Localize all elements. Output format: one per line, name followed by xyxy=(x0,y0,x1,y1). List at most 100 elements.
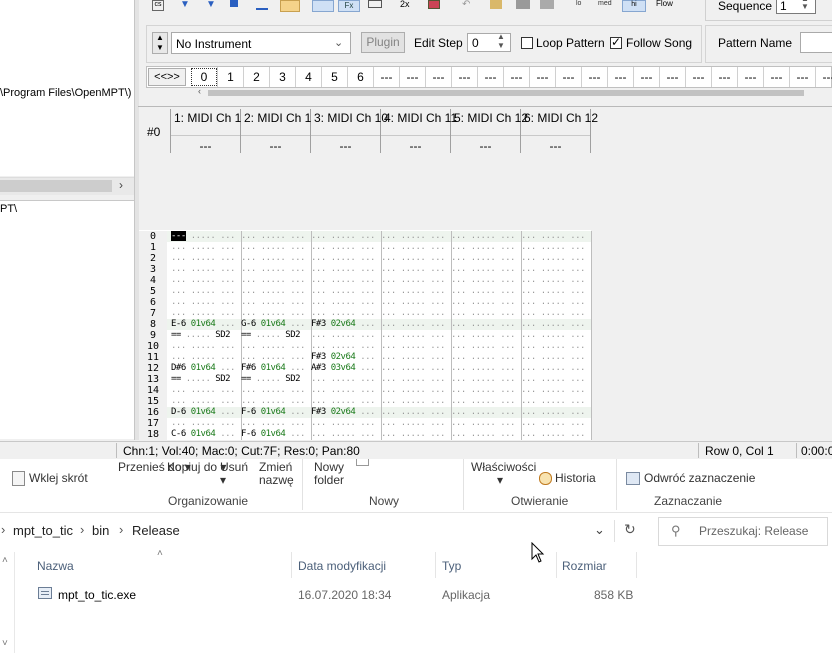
pattern-cell[interactable]: ... ..... ... xyxy=(521,275,592,286)
spin-up-icon[interactable]: ▲ xyxy=(497,32,505,41)
new-folder-button[interactable]: Nowy folder xyxy=(314,461,354,487)
pattern-cell[interactable]: ... ..... ... xyxy=(241,253,312,264)
order-item[interactable]: --- xyxy=(685,67,711,87)
order-item[interactable]: --- xyxy=(451,67,477,87)
channel-header[interactable]: 5: MIDI Ch 12 --- xyxy=(451,109,528,153)
scroll-right-icon[interactable]: › xyxy=(119,178,123,192)
pattern-cell[interactable]: ... ..... ... xyxy=(381,429,452,440)
refresh-icon[interactable]: ↻ xyxy=(624,521,636,538)
pattern-cell[interactable]: ... ..... ... xyxy=(311,330,382,341)
undo-icon[interactable]: ↶ xyxy=(462,0,475,11)
pattern-cell[interactable]: ... ..... ... xyxy=(241,264,312,275)
tree-view-top[interactable]: \Program Files\OpenMPT\) xyxy=(0,0,134,176)
pattern-cell[interactable]: ... ..... ... xyxy=(381,352,452,363)
spin-down-icon[interactable]: ▼ xyxy=(801,2,809,11)
order-item[interactable]: 1 xyxy=(217,67,243,87)
pattern-row[interactable]: 13 == ..... SD2 == ..... SD2... ..... ....… xyxy=(139,374,592,385)
pattern-cell[interactable]: ... ..... ... xyxy=(381,242,452,253)
pattern-cell[interactable]: ... ..... ... xyxy=(171,352,242,363)
pattern-cell[interactable]: ... ..... ... xyxy=(521,330,592,341)
pattern-cell[interactable]: ... ..... ... xyxy=(381,319,452,330)
pattern-cell[interactable]: ... ..... ... xyxy=(381,275,452,286)
pattern-cell[interactable]: ... ..... ... xyxy=(451,385,522,396)
order-item[interactable]: 5 xyxy=(321,67,347,87)
pattern-cell[interactable]: ... ..... ... xyxy=(311,308,382,319)
pattern-cell[interactable]: ... ..... ... xyxy=(241,242,312,253)
search-input[interactable]: ⚲ Przeszukaj: Release xyxy=(658,517,828,546)
pattern-cell[interactable]: ... ..... ... xyxy=(521,264,592,275)
breadcrumb-mpt-to-tic[interactable]: mpt_to_tic xyxy=(13,523,73,538)
order-item[interactable]: --- xyxy=(477,67,503,87)
pattern-cell[interactable]: ... ..... ... xyxy=(311,429,382,440)
pattern-row[interactable]: 7... ..... ...... ..... ...... ..... ...… xyxy=(139,308,592,319)
pattern-cell[interactable]: ... ..... ... xyxy=(521,253,592,264)
pattern-row[interactable]: 14... ..... ...... ..... ...... ..... ..… xyxy=(139,385,592,396)
instrument-select[interactable]: No Instrument ⌄ xyxy=(171,32,351,54)
pattern-cell[interactable]: ... ..... ... xyxy=(451,341,522,352)
pattern-cell[interactable]: G-6 01v64 ... xyxy=(241,319,312,330)
hi-icon[interactable]: hi xyxy=(622,0,646,12)
arrow-down-icon[interactable]: ▼ xyxy=(180,0,193,11)
pattern-cell[interactable]: ... ..... ... xyxy=(451,418,522,429)
column-header-type[interactable]: Typ xyxy=(442,559,461,573)
pattern-cell[interactable]: ... ..... ... xyxy=(171,396,242,407)
pattern-cell[interactable]: D-6 01v64 ... xyxy=(171,407,242,418)
vst-icon[interactable] xyxy=(516,0,530,9)
low-icon[interactable]: lo xyxy=(576,0,589,11)
scrollbar-thumb[interactable] xyxy=(0,180,112,192)
pattern-row[interactable]: 16 D-6 01v64 ... F-6 01v64 ... F#3 02v64 ..… xyxy=(139,407,592,418)
pattern-cell[interactable]: F-6 01v64 ... xyxy=(241,407,312,418)
channel-header[interactable]: 6: MIDI Ch 12 --- xyxy=(521,109,598,153)
pattern-row[interactable]: 12 D#6 01v64 ... F#6 01v64 ... A#3 03v64 ..… xyxy=(139,363,592,374)
pattern-cell[interactable]: ... ..... ... xyxy=(381,396,452,407)
pattern-cell[interactable]: ... ..... ... xyxy=(171,297,242,308)
breadcrumb-bin[interactable]: bin xyxy=(92,523,109,538)
pattern-cell[interactable]: ... ..... ... xyxy=(381,253,452,264)
pattern-cell[interactable]: ... ..... ... xyxy=(241,297,312,308)
channel-header[interactable]: 4: MIDI Ch 11 --- xyxy=(381,109,457,153)
pattern-cell[interactable]: ... ..... ... xyxy=(241,286,312,297)
sequence-spinner[interactable]: 1 ▲ ▼ xyxy=(776,0,816,14)
channel-header[interactable]: 3: MIDI Ch 10 --- xyxy=(311,109,388,153)
pattern-cell[interactable]: ... ..... ... xyxy=(381,297,452,308)
pattern-cell[interactable]: ... ..... ... xyxy=(521,242,592,253)
pattern-row[interactable]: 0 --- ..... ...... ..... ...... ..... ...… xyxy=(139,231,592,242)
plugin-button[interactable]: Plugin xyxy=(361,32,405,53)
order-item[interactable]: 6 xyxy=(347,67,373,87)
flow-label[interactable]: Flow xyxy=(656,0,673,8)
pattern-cell[interactable]: ... ..... ... xyxy=(381,264,452,275)
pattern-row[interactable]: 1... ..... ...... ..... ...... ..... ...… xyxy=(139,242,592,253)
invert-selection-button[interactable]: Odwróć zaznaczenie xyxy=(626,471,755,486)
pattern-row[interactable]: 11... ..... ...... ..... ... F#3 02v64 ..… xyxy=(139,352,592,363)
order-scrollbar[interactable]: ‹ xyxy=(146,86,832,98)
pattern-cell[interactable]: ... ..... ... xyxy=(451,275,522,286)
scroll-down-icon[interactable]: ˅ xyxy=(2,638,8,649)
pattern-cell[interactable]: ... ..... ... xyxy=(171,308,242,319)
move-to-button[interactable]: Przenieś do ▾ xyxy=(118,461,191,474)
pattern-cell[interactable]: == ..... SD2 xyxy=(171,330,242,341)
order-item[interactable]: 0 xyxy=(191,68,217,86)
pattern-cell[interactable]: ... ..... ... xyxy=(311,418,382,429)
order-item[interactable]: --- xyxy=(503,67,529,87)
pattern-row[interactable]: 18 C-6 01v64 ... F-6 01v64 ...... ..... ..… xyxy=(139,429,592,440)
pattern-cell[interactable]: ... ..... ... xyxy=(521,319,592,330)
pattern-row[interactable]: 3... ..... ...... ..... ...... ..... ...… xyxy=(139,264,592,275)
pattern-cell[interactable]: ... ..... ... xyxy=(311,286,382,297)
stop-icon[interactable] xyxy=(230,0,238,7)
pattern-cell[interactable]: ... ..... ... xyxy=(381,341,452,352)
pattern-row[interactable]: 17... ..... ...... ..... ...... ..... ..… xyxy=(139,418,592,429)
pattern-cell[interactable]: ... ..... ... xyxy=(451,363,522,374)
pattern-cell[interactable]: D#6 01v64 ... xyxy=(171,363,242,374)
pattern-cell[interactable]: ... ..... ... xyxy=(521,429,592,440)
order-item[interactable]: --- xyxy=(555,67,581,87)
pattern-cell[interactable]: ... ..... ... xyxy=(521,418,592,429)
pattern-cell[interactable]: ... ..... ... xyxy=(521,341,592,352)
pattern-cell[interactable]: C-6 01v64 ... xyxy=(171,429,242,440)
paste-shortcut-button[interactable]: Wklej skrót xyxy=(12,471,88,487)
pattern-cell[interactable]: ... ..... ... xyxy=(451,253,522,264)
pattern-cell[interactable]: ... ..... ... xyxy=(311,396,382,407)
pattern-cell[interactable]: ... ..... ... xyxy=(381,330,452,341)
pattern-cell[interactable]: ... ..... ... xyxy=(451,264,522,275)
loop-pattern-checkbox[interactable] xyxy=(521,37,533,49)
fx-icon[interactable]: Fx xyxy=(338,0,360,12)
